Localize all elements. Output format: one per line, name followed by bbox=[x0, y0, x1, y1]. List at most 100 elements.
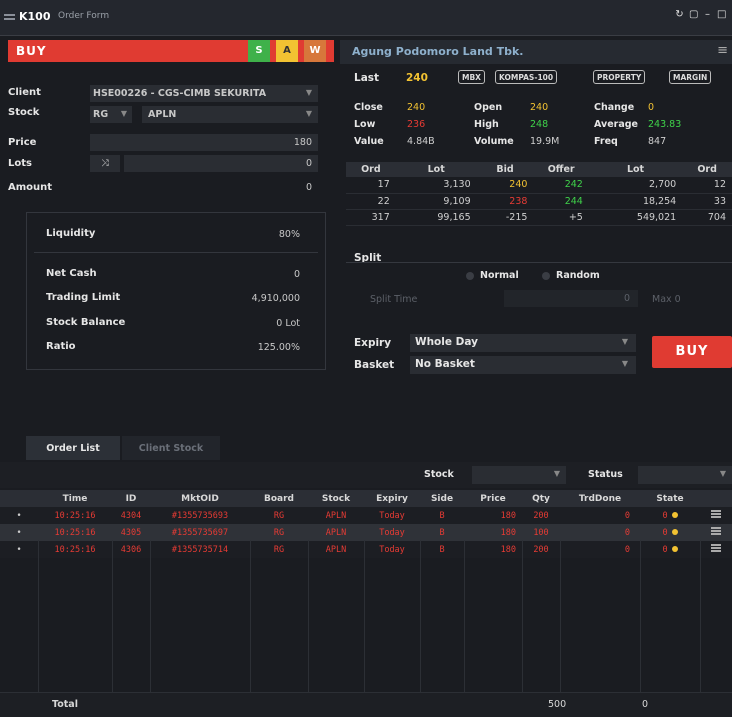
ob-cell: 18,254 bbox=[588, 193, 683, 210]
tag-property[interactable]: PROPERTY bbox=[593, 70, 646, 84]
ob-header-ord: Ord bbox=[346, 162, 396, 177]
low-value: 236 bbox=[407, 119, 426, 130]
ob-cell: -215 bbox=[476, 209, 534, 226]
orderbook-table: Ord Lot Bid Offer Lot Ord 17 3,130 240 2… bbox=[346, 162, 732, 226]
average-label: Average bbox=[594, 119, 638, 130]
board-select[interactable]: RG ▼ bbox=[90, 106, 132, 123]
drag-grip-icon[interactable] bbox=[4, 14, 15, 20]
chevron-down-icon: ▼ bbox=[621, 359, 628, 368]
col-side[interactable]: Side bbox=[420, 490, 464, 507]
average-value: 243.83 bbox=[648, 119, 682, 130]
trading-limit-label: Trading Limit bbox=[46, 292, 121, 303]
orderbook-row[interactable]: 17 3,130 240 242 2,700 12 bbox=[346, 177, 732, 194]
ob-header-lot: Lot bbox=[588, 162, 683, 177]
ob-header-lot: Lot bbox=[395, 162, 477, 177]
tab-client-stock[interactable]: Client Stock bbox=[122, 436, 220, 460]
cell-mktoid: #1355735693 bbox=[150, 507, 250, 524]
max-label: Max 0 bbox=[652, 294, 681, 305]
stock-filter-label: Stock bbox=[424, 469, 454, 480]
cell-stock: APLN bbox=[308, 524, 364, 541]
cell-menu[interactable] bbox=[700, 507, 732, 524]
cell-trddone: 0 bbox=[560, 524, 640, 541]
tag-mbx[interactable]: MBX bbox=[458, 70, 485, 84]
window-title: Order Form bbox=[58, 11, 110, 21]
tab-order-list[interactable]: Order List bbox=[26, 436, 120, 460]
col-stock[interactable]: Stock bbox=[308, 490, 364, 507]
last-value: 240 bbox=[406, 72, 428, 84]
basket-label: Basket bbox=[354, 359, 395, 371]
split-time-input[interactable]: 0 bbox=[504, 290, 638, 307]
normal-radio[interactable] bbox=[466, 272, 474, 280]
stock-select[interactable]: APLN ▼ bbox=[142, 106, 318, 123]
col-expiry[interactable]: Expiry bbox=[364, 490, 420, 507]
col-state[interactable]: State bbox=[640, 490, 700, 507]
ob-cell[interactable]: 244 bbox=[533, 193, 589, 210]
volume-value: 19.9M bbox=[530, 136, 560, 147]
table-row[interactable]: • 10:25:16 4305 #1355735697 RG APLN Toda… bbox=[0, 524, 732, 541]
grid-line bbox=[640, 540, 641, 717]
random-label: Random bbox=[556, 270, 600, 281]
maximize-icon[interactable]: □ bbox=[717, 10, 726, 20]
row-marker: • bbox=[0, 507, 38, 524]
ob-cell[interactable]: 242 bbox=[533, 177, 589, 194]
ob-cell: 22 bbox=[346, 193, 396, 210]
price-input[interactable]: 180 bbox=[90, 134, 318, 151]
col-mktoid[interactable]: MktOID bbox=[150, 490, 250, 507]
liquidity-value: 80% bbox=[278, 229, 300, 240]
cell-board: RG bbox=[250, 524, 308, 541]
side-button-s[interactable]: S bbox=[248, 40, 270, 62]
stock-filter-select[interactable]: ▼ bbox=[472, 466, 566, 484]
client-select[interactable]: HSE00226 - CGS-CIMB SEKURITA ▼ bbox=[90, 85, 318, 102]
tag-margin[interactable]: MARGIN bbox=[669, 70, 712, 84]
expiry-select[interactable]: Whole Day ▼ bbox=[410, 334, 636, 352]
row-menu-icon[interactable] bbox=[711, 510, 721, 518]
col-qty[interactable]: Qty bbox=[522, 490, 560, 507]
tag-kompas100[interactable]: KOMPAS-100 bbox=[495, 70, 558, 84]
col-price[interactable]: Price bbox=[464, 490, 522, 507]
cell-time: 10:25:16 bbox=[38, 524, 112, 541]
col-time[interactable]: Time bbox=[38, 490, 112, 507]
divider bbox=[34, 252, 318, 253]
client-label: Client bbox=[8, 87, 41, 98]
grid-line bbox=[464, 540, 465, 717]
row-marker: • bbox=[0, 524, 38, 541]
amount-label: Amount bbox=[8, 182, 53, 193]
cell-side: B bbox=[420, 524, 464, 541]
ob-cell[interactable]: 240 bbox=[476, 177, 534, 194]
refresh-icon[interactable]: ↻ bbox=[675, 10, 684, 20]
col-id[interactable]: ID bbox=[112, 490, 150, 507]
cell-menu[interactable] bbox=[700, 524, 732, 541]
ob-cell[interactable]: 238 bbox=[476, 193, 534, 210]
col-board[interactable]: Board bbox=[250, 490, 308, 507]
menu-icon[interactable]: ≡ bbox=[717, 43, 728, 58]
ob-cell: 9,109 bbox=[395, 193, 477, 210]
random-radio[interactable] bbox=[542, 272, 550, 280]
basket-select[interactable]: No Basket ▼ bbox=[410, 356, 636, 374]
orderbook-row[interactable]: 22 9,109 238 244 18,254 33 bbox=[346, 193, 732, 210]
lots-input[interactable]: 0 bbox=[124, 155, 318, 172]
change-label: Change bbox=[594, 102, 635, 113]
liquidity-label: Liquidity bbox=[46, 228, 96, 239]
shuffle-icon[interactable]: ⤨ bbox=[90, 155, 120, 172]
table-row[interactable]: • 10:25:16 4304 #1355735693 RG APLN Toda… bbox=[0, 507, 732, 524]
buy-button[interactable]: BUY bbox=[652, 336, 732, 368]
minimize-icon[interactable]: – bbox=[703, 10, 712, 20]
freq-label: Freq bbox=[594, 136, 618, 147]
ob-header-bid: Bid bbox=[476, 162, 534, 177]
chevron-down-icon: ▼ bbox=[305, 88, 312, 97]
value-label: Value bbox=[354, 136, 384, 147]
ob-header-offer: Offer bbox=[533, 162, 589, 177]
basket-value: No Basket bbox=[415, 358, 475, 370]
side-button-a[interactable]: A bbox=[276, 40, 298, 62]
order-list-empty-area bbox=[0, 540, 732, 717]
chevron-down-icon: ▼ bbox=[120, 109, 127, 118]
status-filter-select[interactable]: ▼ bbox=[638, 466, 732, 484]
lots-label: Lots bbox=[8, 158, 32, 169]
cell-price: 180 bbox=[464, 524, 522, 541]
orderbook-total-row: 317 99,165 -215 +5 549,021 704 bbox=[346, 209, 732, 226]
side-button-w[interactable]: W bbox=[304, 40, 326, 62]
col-trddone[interactable]: TrdDone bbox=[560, 490, 640, 507]
cell-expiry: Today bbox=[364, 524, 420, 541]
row-menu-icon[interactable] bbox=[711, 527, 721, 535]
restore-icon[interactable]: ▢ bbox=[689, 10, 698, 20]
